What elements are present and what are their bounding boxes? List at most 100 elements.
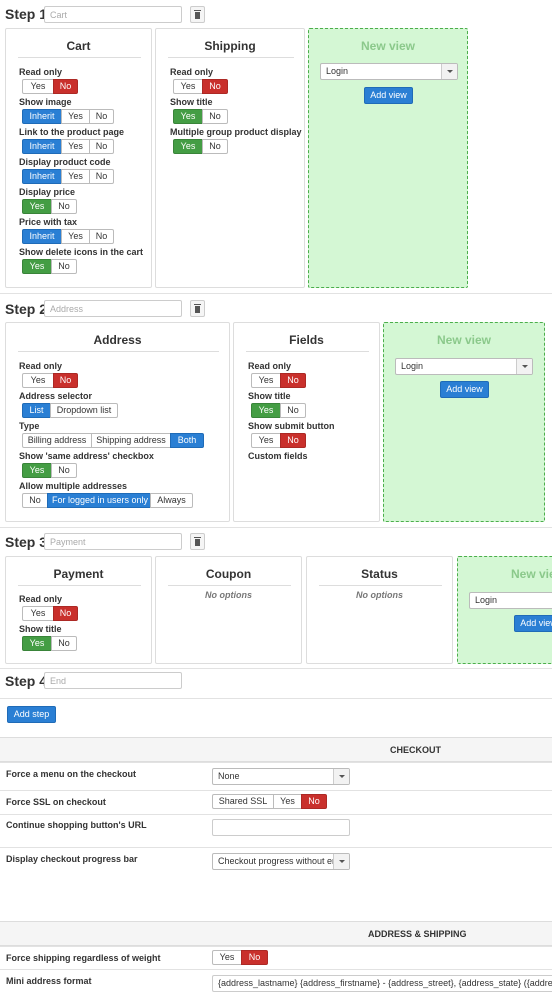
force-menu-select[interactable]: None xyxy=(212,768,350,785)
add-view-button[interactable]: Add view xyxy=(440,381,489,398)
step-3-label: Step 3 xyxy=(5,534,48,550)
step-3-delete-icon[interactable] xyxy=(190,533,205,550)
yes-button[interactable]: Yes xyxy=(61,169,90,184)
payment-panel: Payment Read only Yes No Show title Yes … xyxy=(5,556,152,664)
yes-button[interactable]: Yes xyxy=(61,139,90,154)
add-step-button[interactable]: Add step xyxy=(7,706,56,723)
add-view-button[interactable]: Add view xyxy=(364,87,413,104)
dropdown-list-button[interactable]: Dropdown list xyxy=(50,403,118,418)
step-4-name-input[interactable]: End xyxy=(44,672,182,689)
separator xyxy=(0,668,552,669)
show-image-label: Show image xyxy=(19,97,72,107)
no-options-text: No options xyxy=(205,590,252,600)
continue-url-input[interactable] xyxy=(212,819,350,836)
add-view-button[interactable]: Add view xyxy=(514,615,552,632)
view-select-value: Login xyxy=(401,361,424,371)
no-button[interactable]: No xyxy=(301,794,327,809)
new-view-dropzone[interactable]: New view Login Add view xyxy=(383,322,545,522)
config-row: Force SSL on checkout Shared SSL Yes No xyxy=(0,790,552,814)
no-button[interactable]: No xyxy=(22,493,48,508)
continue-url-label: Continue shopping button's URL xyxy=(6,820,147,830)
shared-ssl-button[interactable]: Shared SSL xyxy=(212,794,274,809)
fields-title: Fields xyxy=(289,333,324,347)
shipping-panel: Shipping Read only Yes No Show title Yes… xyxy=(155,28,305,288)
yes-button[interactable]: Yes xyxy=(251,373,281,388)
yes-button[interactable]: Yes xyxy=(22,79,54,94)
no-button[interactable]: No xyxy=(280,433,306,448)
no-button[interactable]: No xyxy=(53,373,78,388)
separator xyxy=(0,293,552,294)
yes-button[interactable]: Yes xyxy=(61,229,90,244)
address-type-toggle: Billing address Shipping address Both xyxy=(22,433,204,448)
no-button[interactable]: No xyxy=(202,139,228,154)
new-view-dropzone[interactable]: New view Login Add view xyxy=(308,28,468,288)
no-button[interactable]: No xyxy=(89,109,114,124)
yes-button[interactable]: Yes xyxy=(251,403,281,418)
no-button[interactable]: No xyxy=(89,169,114,184)
view-select[interactable]: Login xyxy=(469,592,552,609)
no-button[interactable]: No xyxy=(51,636,77,651)
no-button[interactable]: No xyxy=(51,199,77,214)
view-select[interactable]: Login xyxy=(320,63,458,80)
multiple-addresses-label: Allow multiple addresses xyxy=(19,481,128,491)
address-read-only-label: Read only xyxy=(19,361,63,371)
always-button[interactable]: Always xyxy=(150,493,193,508)
yes-button[interactable]: Yes xyxy=(22,606,54,621)
step-2-delete-icon[interactable] xyxy=(190,300,205,317)
view-select[interactable]: Login xyxy=(395,358,533,375)
inherit-button[interactable]: Inherit xyxy=(22,109,62,124)
fields-read-only-label: Read only xyxy=(248,361,292,371)
step-1-name-input[interactable]: Cart xyxy=(44,6,182,23)
inherit-button[interactable]: Inherit xyxy=(22,229,62,244)
logged-only-button[interactable]: For logged in users only xyxy=(47,493,151,508)
force-ssl-label: Force SSL on checkout xyxy=(6,797,106,807)
yes-button[interactable]: Yes xyxy=(273,794,302,809)
progress-bar-select[interactable]: Checkout progress without end xyxy=(212,853,350,870)
address-selector-label: Address selector xyxy=(19,391,93,401)
step-2-name-input[interactable]: Address xyxy=(44,300,182,317)
yes-button[interactable]: Yes xyxy=(173,79,203,94)
list-button[interactable]: List xyxy=(22,403,51,418)
no-button[interactable]: No xyxy=(280,403,306,418)
no-button[interactable]: No xyxy=(202,109,228,124)
mini-format-input[interactable]: {address_lastname} {address_firstname} -… xyxy=(212,975,552,992)
new-view-dropzone[interactable]: New view Login Add view xyxy=(457,556,552,664)
shipping-address-button[interactable]: Shipping address xyxy=(91,433,171,448)
no-button[interactable]: No xyxy=(51,259,77,274)
yes-button[interactable]: Yes xyxy=(61,109,90,124)
display-price-toggle: Yes No xyxy=(22,199,77,214)
show-delete-label: Show delete icons in the cart xyxy=(19,247,144,257)
address-title: Address xyxy=(93,333,142,347)
yes-button[interactable]: Yes xyxy=(22,259,52,274)
billing-address-button[interactable]: Billing address xyxy=(22,433,92,448)
no-button[interactable]: No xyxy=(241,950,268,965)
divider xyxy=(18,57,141,58)
step-3-name-input[interactable]: Payment xyxy=(44,533,182,550)
same-address-label: Show 'same address' checkbox xyxy=(19,451,154,461)
yes-button[interactable]: Yes xyxy=(22,636,52,651)
yes-button[interactable]: Yes xyxy=(173,139,203,154)
yes-button[interactable]: Yes xyxy=(251,433,281,448)
inherit-button[interactable]: Inherit xyxy=(22,169,62,184)
fields-read-only-toggle: Yes No xyxy=(251,373,306,388)
yes-button[interactable]: Yes xyxy=(212,950,242,965)
inherit-button[interactable]: Inherit xyxy=(22,139,62,154)
step-1-delete-icon[interactable] xyxy=(190,6,205,23)
yes-button[interactable]: Yes xyxy=(22,463,52,478)
divider xyxy=(18,351,219,352)
both-button[interactable]: Both xyxy=(170,433,204,448)
no-button[interactable]: No xyxy=(89,139,114,154)
no-button[interactable]: No xyxy=(53,606,78,621)
cart-title: Cart xyxy=(66,39,91,53)
no-button[interactable]: No xyxy=(280,373,306,388)
payment-read-only-toggle: Yes No xyxy=(22,606,78,621)
no-button[interactable]: No xyxy=(89,229,114,244)
yes-button[interactable]: Yes xyxy=(173,109,203,124)
no-button[interactable]: No xyxy=(202,79,228,94)
yes-button[interactable]: Yes xyxy=(22,199,52,214)
no-button[interactable]: No xyxy=(51,463,77,478)
no-button[interactable]: No xyxy=(53,79,78,94)
config-row: Force shipping regardless of weight Yes … xyxy=(0,946,552,969)
yes-button[interactable]: Yes xyxy=(22,373,54,388)
new-view-title: New view xyxy=(436,333,492,347)
